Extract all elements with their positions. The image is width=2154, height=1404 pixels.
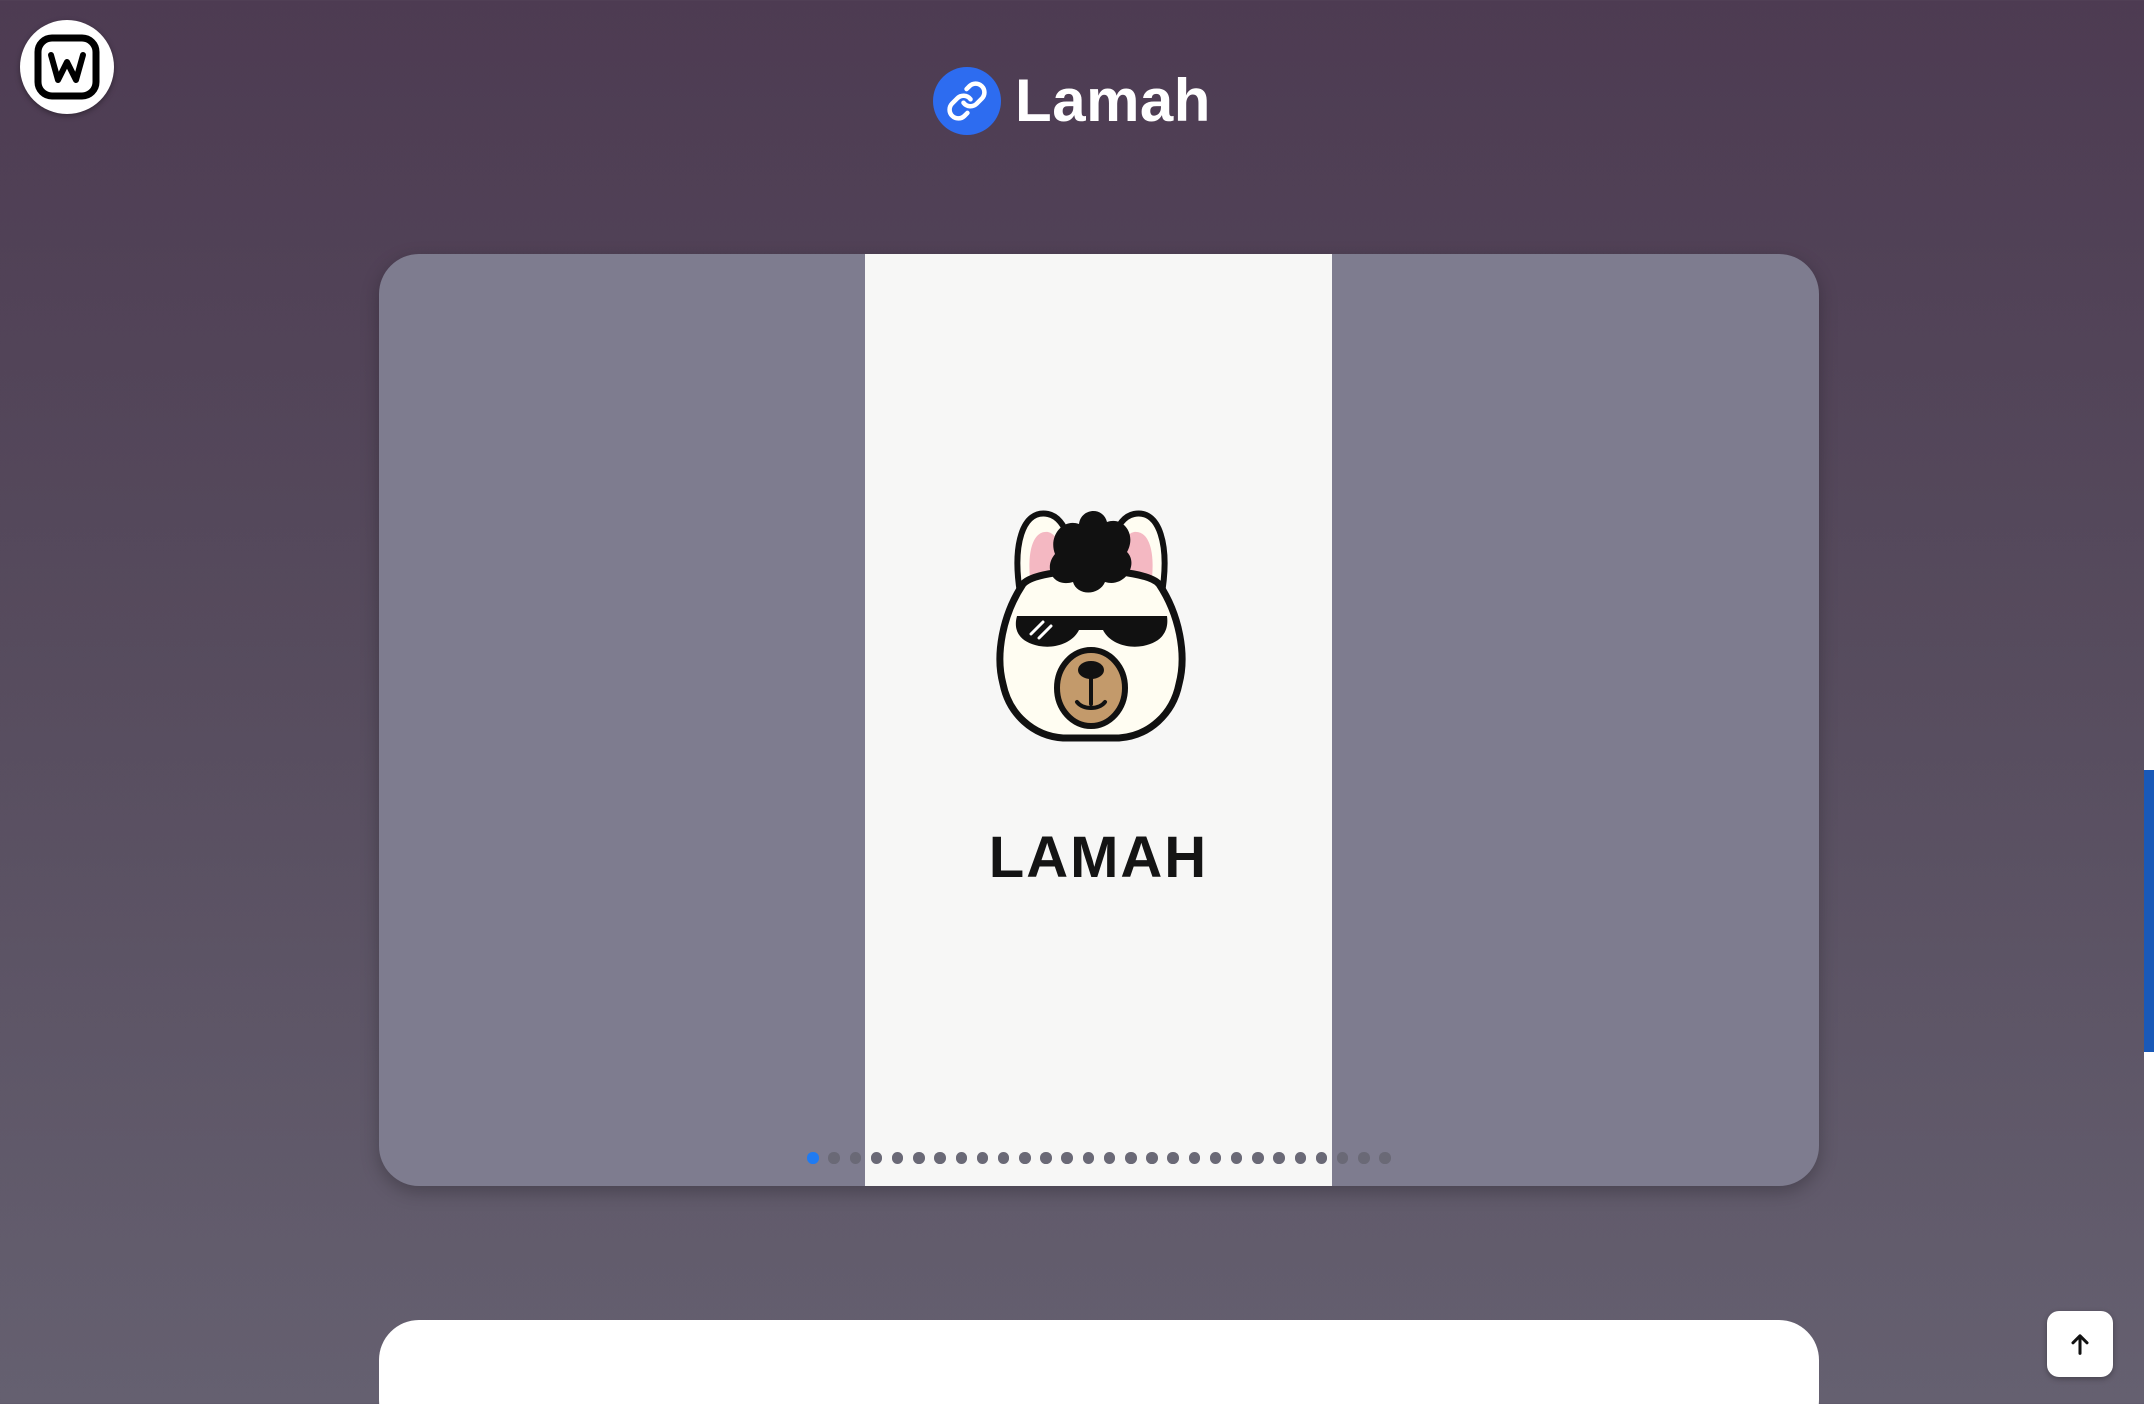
carousel-dot[interactable]: [1167, 1152, 1179, 1164]
carousel-dot[interactable]: [1358, 1152, 1370, 1164]
carousel-dot[interactable]: [934, 1152, 946, 1164]
carousel-dot[interactable]: [1082, 1152, 1095, 1164]
carousel-dot[interactable]: [1061, 1152, 1073, 1164]
carousel-dot[interactable]: [807, 1152, 819, 1164]
brand-text-value: LAMAH: [988, 825, 1209, 890]
carousel-slide[interactable]: LAMAH: [865, 254, 1332, 1186]
arrow-up-icon: [2071, 1334, 2089, 1355]
carousel-dot[interactable]: [1209, 1152, 1222, 1164]
carousel-pagination: [379, 1152, 1819, 1164]
page-header: Lamah: [0, 66, 2144, 135]
carousel-dot[interactable]: [1294, 1152, 1307, 1164]
carousel-dot[interactable]: [1379, 1152, 1391, 1164]
carousel-dot[interactable]: [1188, 1152, 1201, 1164]
carousel-dot[interactable]: [976, 1152, 989, 1164]
llama-logo-icon: [996, 510, 1186, 742]
carousel-dot[interactable]: [1125, 1152, 1137, 1164]
scrollbar-thumb[interactable]: [2144, 770, 2154, 1052]
carousel-dot[interactable]: [1103, 1152, 1116, 1164]
slide-brand-text: LAMAH: [865, 824, 1332, 891]
carousel-dot[interactable]: [1252, 1152, 1264, 1164]
carousel-dot[interactable]: [1019, 1152, 1031, 1164]
carousel-dot[interactable]: [1230, 1152, 1243, 1164]
carousel-dot[interactable]: [913, 1152, 925, 1164]
carousel-dot[interactable]: [891, 1152, 904, 1164]
carousel-dot[interactable]: [1336, 1152, 1349, 1164]
carousel-dot[interactable]: [849, 1152, 862, 1164]
carousel-dot[interactable]: [1040, 1152, 1052, 1164]
carousel-dot[interactable]: [870, 1152, 883, 1164]
carousel-dot[interactable]: [1273, 1152, 1285, 1164]
scroll-to-top-button[interactable]: [2047, 1311, 2113, 1377]
page-title: Lamah: [1015, 67, 1211, 134]
carousel-dot[interactable]: [955, 1152, 968, 1164]
scrollbar-track[interactable]: [2144, 0, 2154, 1404]
carousel-dot[interactable]: [828, 1152, 840, 1164]
carousel-dot[interactable]: [1146, 1152, 1158, 1164]
link-icon: [933, 66, 1002, 135]
carousel-dot[interactable]: [997, 1152, 1010, 1164]
content-card: [379, 1320, 1819, 1404]
image-carousel[interactable]: LAMAH: [379, 254, 1819, 1186]
carousel-dot[interactable]: [1315, 1152, 1328, 1164]
